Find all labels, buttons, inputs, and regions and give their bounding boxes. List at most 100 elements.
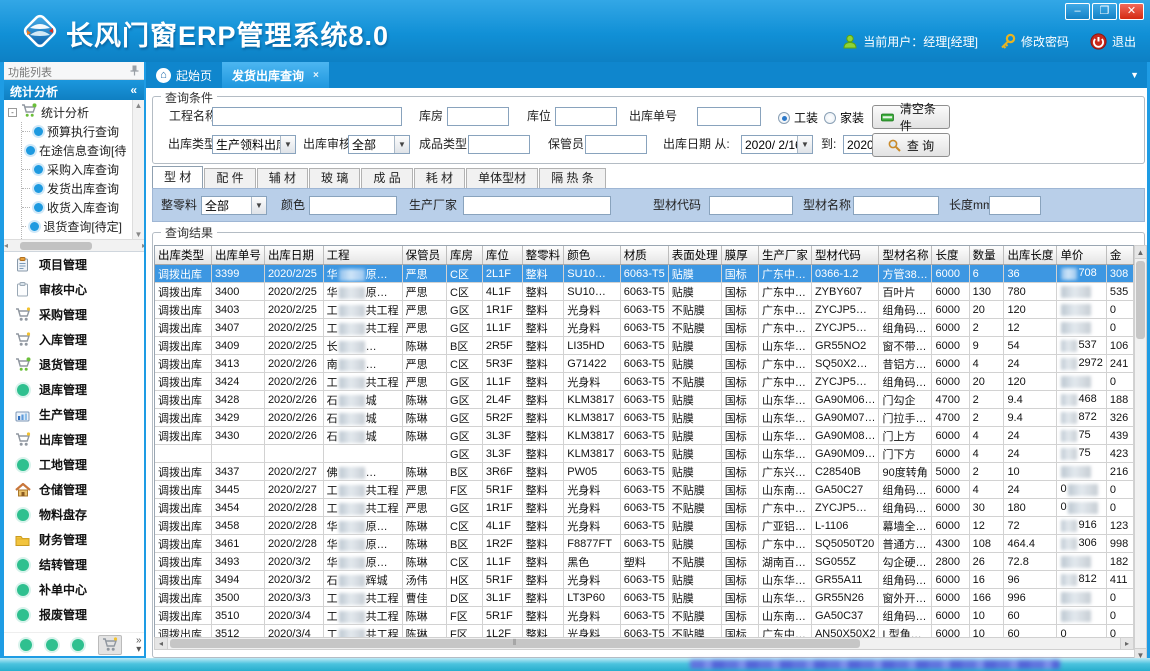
material-tab-6[interactable]: 单体型材 bbox=[466, 168, 538, 188]
material-tab-4[interactable]: 成 品 bbox=[361, 168, 412, 188]
column-header-12[interactable]: 生产厂家 bbox=[758, 246, 811, 265]
column-header-17[interactable]: 出库长度 bbox=[1004, 246, 1057, 265]
table-row[interactable]: 调拨出库34072020/2/25工共工程严思G区1L1F整料光身料6063-T… bbox=[155, 319, 1134, 337]
keeper-input[interactable] bbox=[585, 135, 647, 154]
profile-code-input[interactable] bbox=[709, 196, 793, 215]
sidebar-section-6[interactable]: 生产管理 bbox=[4, 402, 144, 427]
column-header-13[interactable]: 型材代码 bbox=[811, 246, 879, 265]
search-button[interactable]: 查 询 bbox=[872, 133, 950, 157]
radio-work-install[interactable]: 工装 bbox=[778, 109, 818, 126]
column-header-6[interactable]: 库位 bbox=[482, 246, 522, 265]
tree-item-0[interactable]: 预算执行查询 bbox=[22, 122, 122, 141]
tree-vertical-scrollbar[interactable]: ▲▼ bbox=[132, 100, 144, 240]
maximize-button[interactable]: ❐ bbox=[1092, 3, 1117, 20]
table-row[interactable]: 调拨出库34282020/2/26石城陈琳G区2L4F整料KLM38176063… bbox=[155, 391, 1134, 409]
table-row[interactable]: 调拨出库34452020/2/27工共工程严思F区5R1F整料光身料6063-T… bbox=[155, 481, 1134, 499]
scroll-right-icon[interactable]: ▸ bbox=[1120, 638, 1133, 649]
column-header-3[interactable]: 工程 bbox=[323, 246, 402, 265]
column-header-0[interactable]: 出库类型 bbox=[155, 246, 211, 265]
tab-shipping-query[interactable]: 发货出库查询 × bbox=[222, 62, 329, 88]
overflow-dot-icon-3[interactable] bbox=[72, 639, 84, 651]
column-header-7[interactable]: 整零料 bbox=[522, 246, 564, 265]
table-row[interactable]: 调拨出库35102020/3/4工共工程陈琳F区5R1F整料光身料6063-T5… bbox=[155, 607, 1134, 625]
column-header-1[interactable]: 出库单号 bbox=[211, 246, 264, 265]
sidebar-section-13[interactable]: 补单中心 bbox=[4, 577, 144, 602]
column-header-8[interactable]: 颜色 bbox=[564, 246, 620, 265]
pin-icon[interactable] bbox=[130, 65, 139, 79]
table-row[interactable]: 调拨出库34092020/2/25长…陈琳B区2R5F整料LI35HD6063-… bbox=[155, 337, 1134, 355]
radio-home-install[interactable]: 家装 bbox=[824, 109, 864, 126]
tree-item-5[interactable]: 退货查询[待定] bbox=[22, 217, 122, 236]
sidebar-section-4[interactable]: 退货管理 bbox=[4, 352, 144, 377]
table-row[interactable]: G区3L3F整料KLM38176063-T5贴膜国标山东华…GA90M09…门下… bbox=[155, 445, 1134, 463]
table-row[interactable]: 调拨出库34372020/2/27佛…陈琳B区3R6F整料PW056063-T5… bbox=[155, 463, 1134, 481]
overflow-dot-icon-1[interactable] bbox=[20, 639, 32, 651]
scroll-left-icon[interactable]: ◂ bbox=[155, 638, 168, 649]
column-header-4[interactable]: 保管员 bbox=[402, 246, 446, 265]
whole-part-select[interactable]: 全部▼ bbox=[201, 196, 267, 215]
material-tab-3[interactable]: 玻 璃 bbox=[309, 168, 360, 188]
table-row[interactable]: 调拨出库34302020/2/26石城陈琳G区3L3F整料KLM38176063… bbox=[155, 427, 1134, 445]
column-header-9[interactable]: 材质 bbox=[620, 246, 668, 265]
clear-conditions-button[interactable]: 清空条件 bbox=[872, 105, 950, 129]
change-password-button[interactable]: 修改密码 bbox=[999, 33, 1069, 50]
table-row[interactable]: 调拨出库34002020/2/25华原…严思C区4L1F整料SU10…6063-… bbox=[155, 283, 1134, 301]
table-row[interactable]: 调拨出库35002020/3/3工共工程曹佳D区3L1F整料LT3P606063… bbox=[155, 589, 1134, 607]
column-header-19[interactable]: 金 bbox=[1106, 246, 1133, 265]
overflow-chevron[interactable]: »▾ bbox=[136, 636, 142, 654]
logout-button[interactable]: 退出 bbox=[1090, 33, 1136, 50]
table-row[interactable]: 调拨出库34292020/2/26石城陈琳G区5R2F整料KLM38176063… bbox=[155, 409, 1134, 427]
sidebar-section-1[interactable]: 审核中心 bbox=[4, 277, 144, 302]
tab-home[interactable]: ⌂ 起始页 bbox=[146, 62, 222, 88]
sidebar-section-14[interactable]: 报废管理 bbox=[4, 602, 144, 627]
table-row[interactable]: 调拨出库34612020/2/28华原…陈琳B区1R2F整料F8877FT606… bbox=[155, 535, 1134, 553]
minimize-button[interactable]: – bbox=[1065, 3, 1090, 20]
length-input[interactable] bbox=[989, 196, 1041, 215]
tab-list-dropdown-icon[interactable]: ▼ bbox=[1130, 70, 1139, 80]
sidebar-section-11[interactable]: 财务管理 bbox=[4, 527, 144, 552]
column-header-18[interactable]: 单价 bbox=[1057, 246, 1106, 265]
horizontal-scroll-thumb[interactable]: ⦀ bbox=[170, 639, 860, 648]
material-tab-2[interactable]: 辅 材 bbox=[257, 168, 308, 188]
table-row[interactable]: 调拨出库34032020/2/25工共工程严思G区1R1F整料光身料6063-T… bbox=[155, 301, 1134, 319]
column-header-15[interactable]: 长度 bbox=[932, 246, 969, 265]
column-header-10[interactable]: 表面处理 bbox=[668, 246, 721, 265]
scroll-up-icon[interactable]: ▲ bbox=[1135, 246, 1146, 259]
sidebar-section-12[interactable]: 结转管理 bbox=[4, 552, 144, 577]
material-tab-0[interactable]: 型 材 bbox=[152, 166, 203, 188]
audit-select[interactable]: 全部▼ bbox=[348, 135, 410, 154]
tab-close-icon[interactable]: × bbox=[313, 70, 319, 81]
table-row[interactable]: 调拨出库34132020/2/26南…严思C区5R3F整料G714226063-… bbox=[155, 355, 1134, 373]
tree-item-2[interactable]: 采购入库查询 bbox=[22, 160, 122, 179]
product-type-input[interactable] bbox=[468, 135, 530, 154]
tree-root-statistics[interactable]: - 统计分析 bbox=[8, 102, 122, 122]
sidebar-section-7[interactable]: 出库管理 bbox=[4, 427, 144, 452]
sidebar-section-2[interactable]: 采购管理 bbox=[4, 302, 144, 327]
tree-item-4[interactable]: 收货入库查询 bbox=[22, 198, 122, 217]
table-row[interactable]: 调拨出库34542020/2/28工共工程严思G区1R1F整料光身料6063-T… bbox=[155, 499, 1134, 517]
warehouse-input[interactable] bbox=[447, 107, 509, 126]
tree-expander-icon[interactable]: - bbox=[8, 108, 17, 117]
color-input[interactable] bbox=[309, 196, 397, 215]
sidebar-section-5[interactable]: 退库管理 bbox=[4, 377, 144, 402]
table-row[interactable]: 调拨出库34942020/3/2石辉城汤伟H区5R1F整料光身料6063-T5贴… bbox=[155, 571, 1134, 589]
table-row[interactable]: 调拨出库34242020/2/26工共工程严思G区1L1F整料光身料6063-T… bbox=[155, 373, 1134, 391]
material-tab-5[interactable]: 耗 材 bbox=[414, 168, 465, 188]
profile-name-input[interactable] bbox=[853, 196, 939, 215]
collapse-icon[interactable]: « bbox=[130, 83, 137, 97]
factory-input[interactable] bbox=[463, 196, 611, 215]
overflow-dot-icon-2[interactable] bbox=[46, 639, 58, 651]
close-button[interactable]: ✕ bbox=[1119, 3, 1144, 20]
date-from-select[interactable]: 2020/ 2/16▼ bbox=[741, 135, 813, 154]
statistics-section-header[interactable]: 统计分析 « bbox=[4, 80, 144, 100]
project-name-input[interactable] bbox=[212, 107, 402, 126]
sidebar-section-3[interactable]: 入库管理 bbox=[4, 327, 144, 352]
column-header-14[interactable]: 型材名称 bbox=[879, 246, 932, 265]
sidebar-section-0[interactable]: 项目管理 bbox=[4, 252, 144, 277]
column-header-5[interactable]: 库房 bbox=[447, 246, 483, 265]
order-no-input[interactable] bbox=[697, 107, 761, 126]
tree-horizontal-scrollbar[interactable]: ◂▸ bbox=[4, 239, 144, 251]
tree-item-3[interactable]: 发货出库查询 bbox=[22, 179, 122, 198]
column-header-2[interactable]: 出库日期 bbox=[264, 246, 323, 265]
sidebar-section-8[interactable]: 工地管理 bbox=[4, 452, 144, 477]
